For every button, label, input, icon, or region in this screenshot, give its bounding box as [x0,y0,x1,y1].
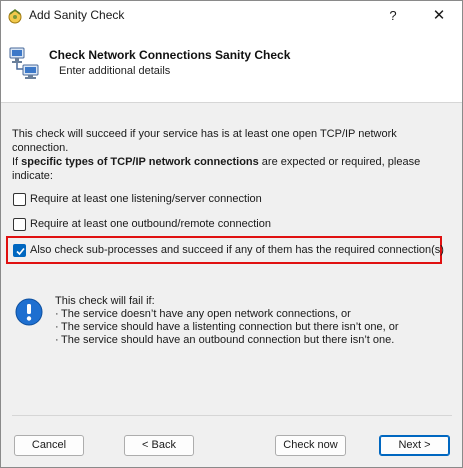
window-title: Add Sanity Check [29,8,125,22]
info-item: · The service should have an outbound con… [55,334,450,347]
next-button[interactable]: Next > [379,435,450,456]
sub-processes-option[interactable]: Also check sub-processes and succeed if … [13,243,444,257]
checkmark-icon [16,247,25,255]
dialog-window: Add Sanity Check ? ✕ Check Network Conne… [0,0,463,468]
info-item: · The service doesn’t have any open netwo… [55,308,450,321]
network-computers-icon [9,47,39,79]
description-bold: specific types of TCP/IP network connect… [21,156,259,168]
footer-divider [12,415,452,416]
listening-connection-option[interactable]: Require at least one listening/server co… [13,192,262,206]
sub-processes-label: Also check sub-processes and succeed if … [30,244,444,256]
info-item: · The service should have a listenting co… [55,321,450,334]
info-heading: This check will fail if: [55,295,155,307]
help-button[interactable]: ? [370,1,416,31]
description-line-2: If specific types of TCP/IP network conn… [12,155,452,183]
wizard-header: Check Network Connections Sanity Check E… [1,31,462,103]
sub-processes-checkbox[interactable] [13,243,26,257]
page-subtitle: Enter additional details [59,65,171,77]
info-item-text: The service should have a listenting con… [61,321,399,333]
app-logo-icon [8,9,22,24]
description-text: This check will succeed if your service … [12,127,452,183]
info-icon [15,298,43,326]
check-now-button[interactable]: Check now [275,435,346,456]
outbound-connection-option[interactable]: Require at least one outbound/remote con… [13,217,271,231]
outbound-connection-label: Require at least one outbound/remote con… [30,218,271,230]
outbound-connection-checkbox[interactable] [13,217,26,231]
info-list: · The service doesn’t have any open netwo… [55,308,450,347]
title-bar: Add Sanity Check ? ✕ [1,1,462,31]
close-button[interactable]: ✕ [416,1,462,31]
listening-connection-checkbox[interactable] [13,192,26,206]
info-panel: This check will fail if: · The service do… [55,295,450,347]
description-line-1: This check will succeed if your service … [12,128,397,154]
info-item-text: The service should have an outbound conn… [61,334,395,346]
page-title: Check Network Connections Sanity Check [49,48,291,62]
info-item-text: The service doesn’t have any open networ… [61,308,351,320]
cancel-button[interactable]: Cancel [14,435,84,456]
description-prefix: If [12,156,22,168]
listening-connection-label: Require at least one listening/server co… [30,193,262,205]
back-button[interactable]: < Back [124,435,194,456]
